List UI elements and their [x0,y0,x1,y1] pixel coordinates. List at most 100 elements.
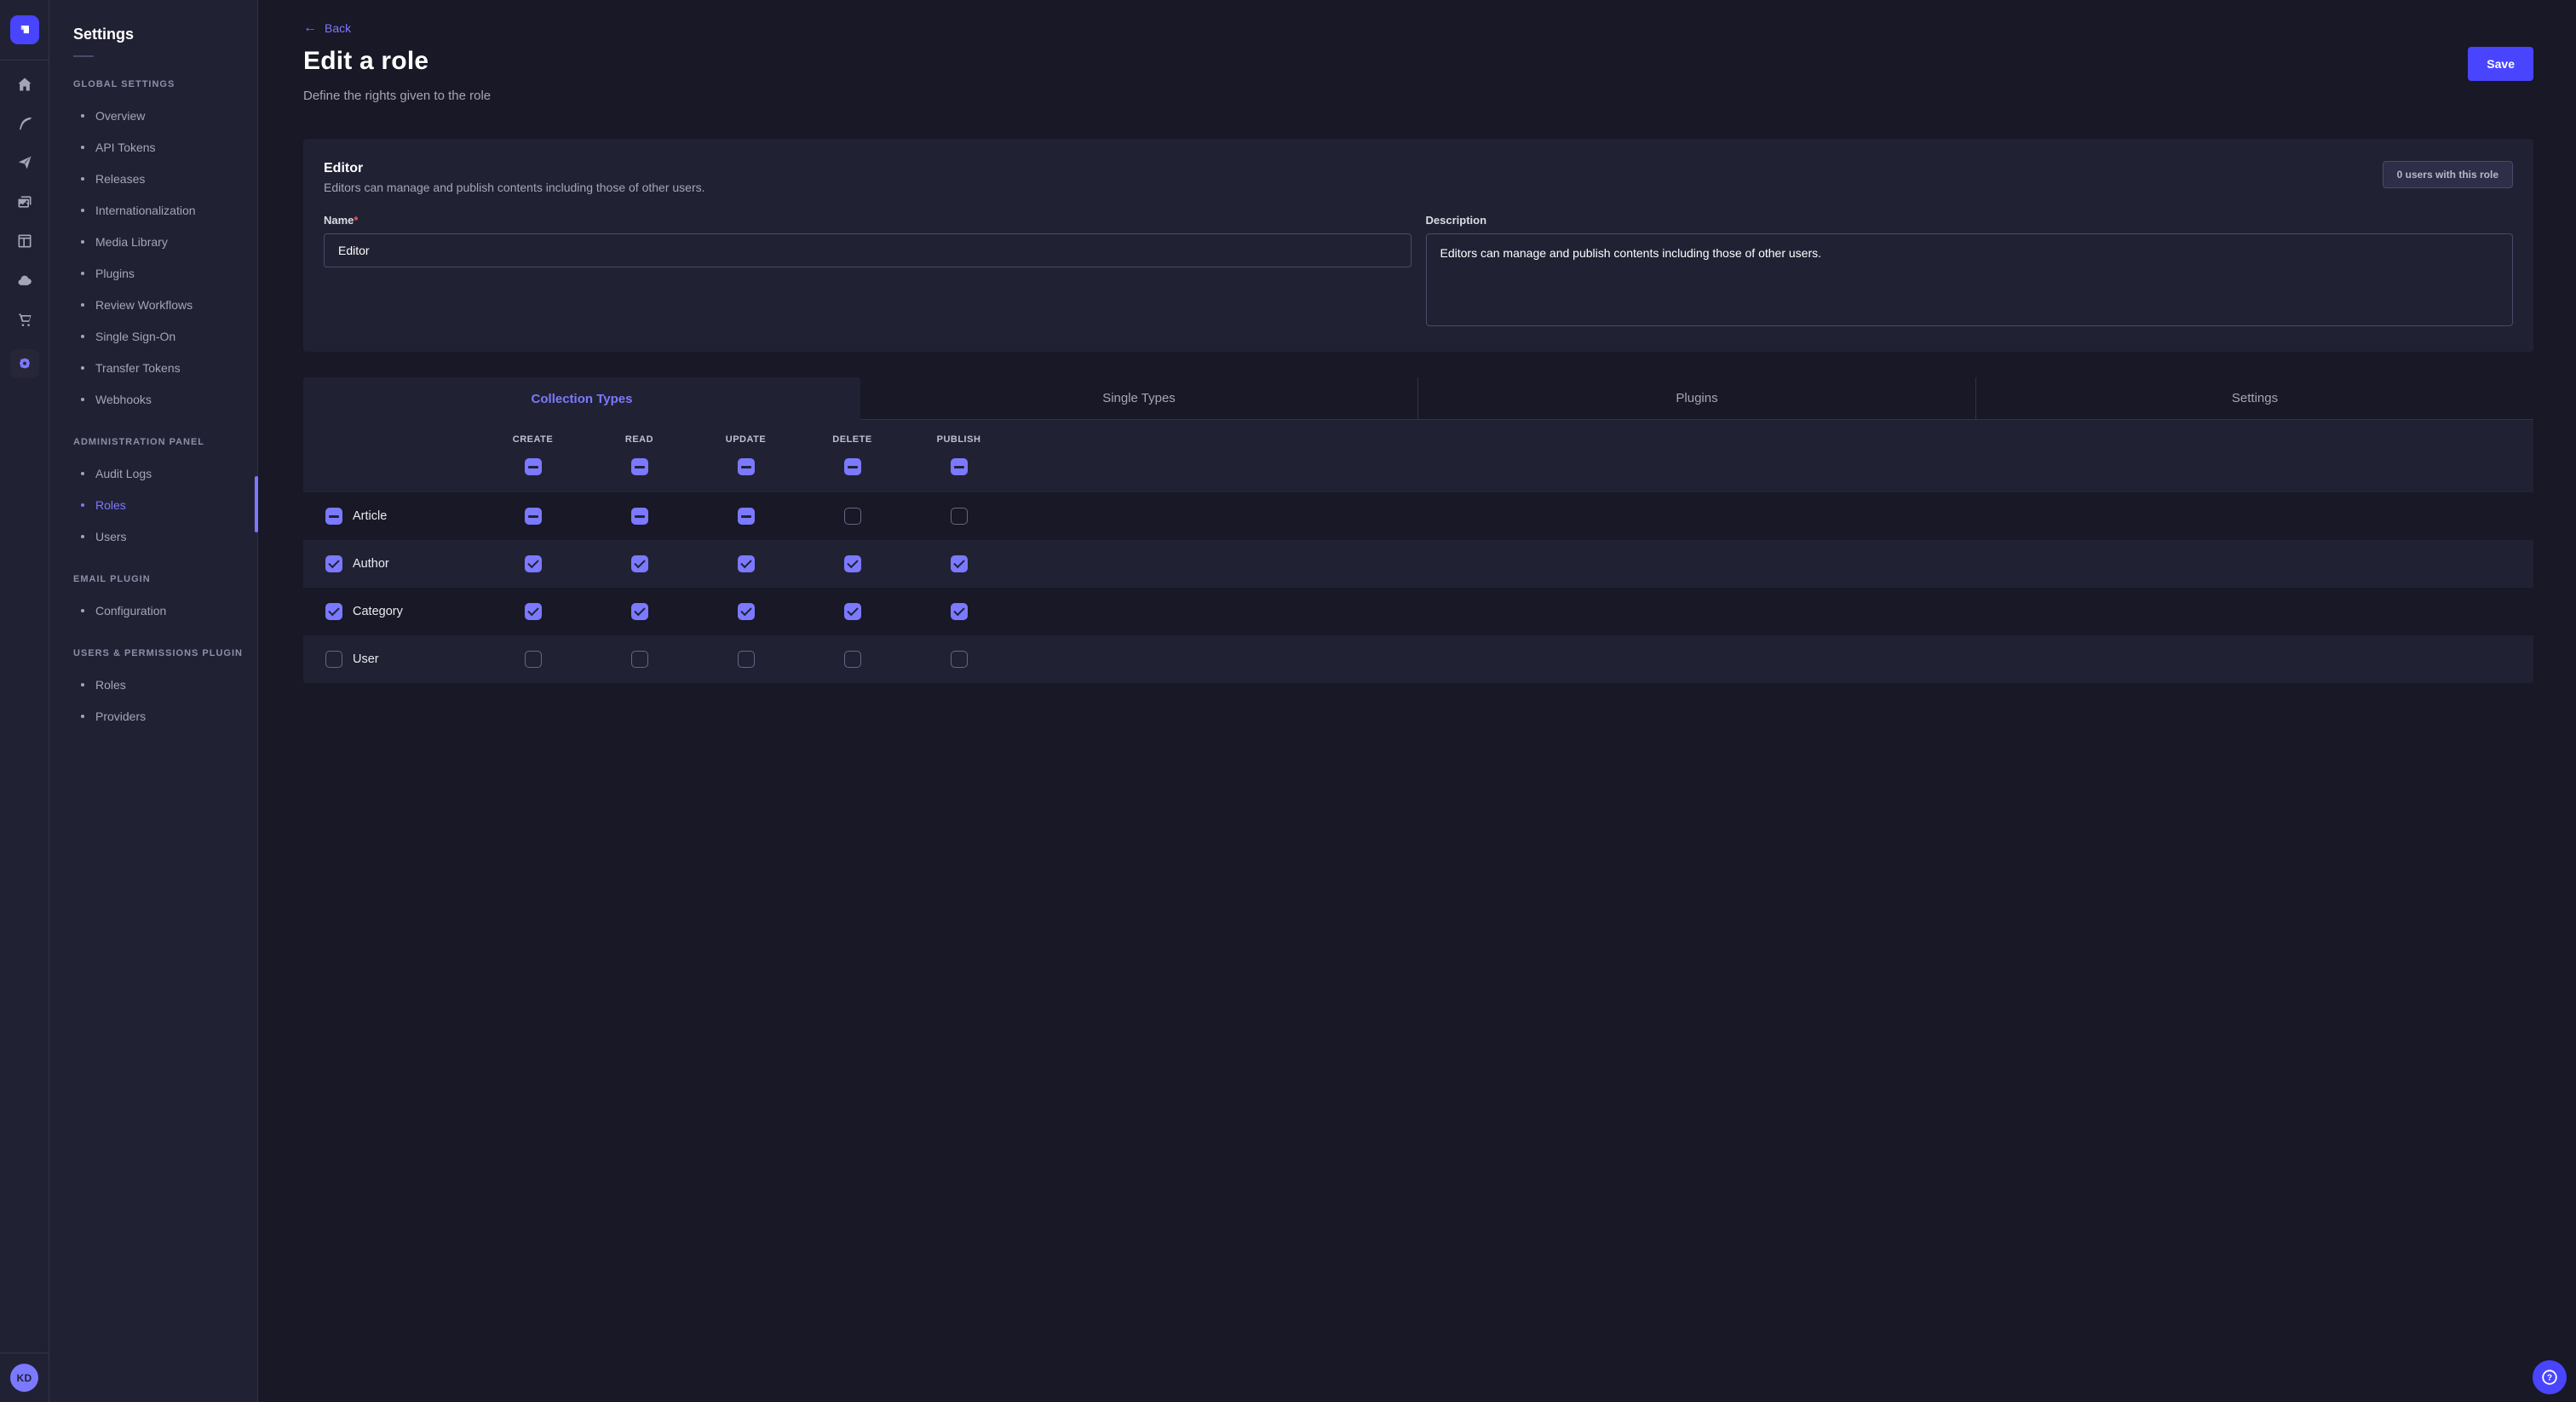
row-user-checkbox-unchecked[interactable] [325,651,342,668]
sidebar-item-transfer-tokens[interactable]: Transfer Tokens [49,352,257,383]
article-update-checkbox-indeterminate[interactable] [738,508,755,525]
help-question-icon: ? [2540,1368,2559,1387]
bullet-icon [81,335,84,338]
row-label-cell-category: Category [303,603,480,620]
sidebar-item-audit-logs[interactable]: Audit Logs [49,457,257,489]
description-textarea[interactable]: Editors can manage and publish contents … [1426,233,2514,326]
category-read-checkbox-checked[interactable] [631,603,648,620]
author-read-checkbox-checked[interactable] [631,555,648,572]
strapi-logo-glyph [16,21,33,38]
content-builder-icon[interactable] [15,114,34,133]
sidebar-item-media-library[interactable]: Media Library [49,226,257,257]
select-all-update-checkbox-indeterminate[interactable] [738,458,755,475]
sidebar-item-releases[interactable]: Releases [49,163,257,194]
select-all-read-checkbox-indeterminate[interactable] [631,458,648,475]
sidebar-item-overview[interactable]: Overview [49,100,257,131]
name-input[interactable] [324,233,1412,267]
author-delete-checkbox-checked[interactable] [844,555,861,572]
sidebar-item-label: Media Library [95,235,168,249]
row-label-cell-author: Author [303,555,480,572]
content-manager-icon[interactable] [15,232,34,250]
sidebar-item-roles[interactable]: Roles [49,489,257,520]
cell-author-publish [906,555,1012,572]
user-create-checkbox-unchecked[interactable] [525,651,542,668]
article-create-checkbox-indeterminate[interactable] [525,508,542,525]
tab-settings[interactable]: Settings [1975,377,2533,420]
category-publish-checkbox-checked[interactable] [951,603,968,620]
rail-user-area: KD [0,1353,49,1402]
cell-user-create [480,651,586,668]
author-update-checkbox-checked[interactable] [738,555,755,572]
user-read-checkbox-unchecked[interactable] [631,651,648,668]
cell-user-delete [799,651,906,668]
column-head-publish: PUBLISH [906,434,1012,475]
category-create-checkbox-checked[interactable] [525,603,542,620]
sidebar-item-users[interactable]: Users [49,520,257,552]
rail-logo-area [0,0,49,60]
tab-single-types[interactable]: Single Types [860,377,1417,420]
category-update-checkbox-checked[interactable] [738,603,755,620]
select-all-delete-checkbox-indeterminate[interactable] [844,458,861,475]
sidebar-item-roles[interactable]: Roles [49,669,257,700]
sidebar-item-label: Overview [95,109,145,123]
bullet-icon [81,472,84,475]
permissions-card: Collection TypesSingle TypesPluginsSetti… [303,377,2533,683]
article-delete-checkbox-unchecked[interactable] [844,508,861,525]
sidebar-item-single-sign-on[interactable]: Single Sign-On [49,320,257,352]
sidebar-item-plugins[interactable]: Plugins [49,257,257,289]
help-button[interactable]: ? [2533,1360,2567,1394]
tab-plugins[interactable]: Plugins [1417,377,1975,420]
bullet-icon [81,609,84,612]
sidebar-item-webhooks[interactable]: Webhooks [49,383,257,415]
cell-user-update [693,651,799,668]
settings-sidebar: Settings GLOBAL SETTINGSOverviewAPI Toke… [49,0,258,1402]
nav-rail: KD [0,0,49,1402]
user-delete-checkbox-unchecked[interactable] [844,651,861,668]
sidebar-item-label: Single Sign-On [95,330,175,343]
marketplace-cart-icon[interactable] [15,310,34,329]
cell-category-create [480,603,586,620]
sidebar-item-label: Audit Logs [95,467,152,480]
sidebar-item-api-tokens[interactable]: API Tokens [49,131,257,163]
user-update-checkbox-unchecked[interactable] [738,651,755,668]
deploy-send-icon[interactable] [15,153,34,172]
tab-collection-types[interactable]: Collection Types [303,377,860,420]
row-author-checkbox-checked[interactable] [325,555,342,572]
settings-icon[interactable] [10,349,39,378]
sidebar-item-configuration[interactable]: Configuration [49,595,257,626]
article-read-checkbox-indeterminate[interactable] [631,508,648,525]
back-link[interactable]: ← Back [303,21,351,35]
row-label-user: User [353,652,379,666]
permissions-tabs: Collection TypesSingle TypesPluginsSetti… [303,377,2533,420]
save-button[interactable]: Save [2468,47,2533,81]
cell-author-delete [799,555,906,572]
sidebar-item-internationalization[interactable]: Internationalization [49,194,257,226]
select-all-publish-checkbox-indeterminate[interactable] [951,458,968,475]
category-delete-checkbox-checked[interactable] [844,603,861,620]
sidebar-item-providers[interactable]: Providers [49,700,257,732]
permissions-rows: Article Author Category User [303,492,2533,683]
sidebar-section-label-users-permissions-plugin: USERS & PERMISSIONS PLUGIN [73,648,257,658]
article-publish-checkbox-unchecked[interactable] [951,508,968,525]
user-publish-checkbox-unchecked[interactable] [951,651,968,668]
strapi-logo[interactable] [10,15,39,44]
sidebar-section-list-email-plugin: Configuration [49,595,257,626]
author-publish-checkbox-checked[interactable] [951,555,968,572]
required-asterisk: * [354,214,358,227]
back-label: Back [325,21,351,35]
select-all-create-checkbox-indeterminate[interactable] [525,458,542,475]
cloud-icon[interactable] [15,271,34,290]
user-avatar[interactable]: KD [10,1364,38,1392]
cell-category-delete [799,603,906,620]
role-title: Editor [324,161,705,176]
media-library-icon[interactable] [15,192,34,211]
row-category-checkbox-checked[interactable] [325,603,342,620]
row-article-checkbox-indeterminate[interactable] [325,508,342,525]
users-with-role-badge[interactable]: 0 users with this role [2383,161,2513,188]
sidebar-item-label: Review Workflows [95,298,193,312]
author-create-checkbox-checked[interactable] [525,555,542,572]
sidebar-item-review-workflows[interactable]: Review Workflows [49,289,257,320]
sidebar-item-label: API Tokens [95,141,156,154]
row-label-article: Article [353,509,387,523]
home-icon[interactable] [15,75,34,94]
